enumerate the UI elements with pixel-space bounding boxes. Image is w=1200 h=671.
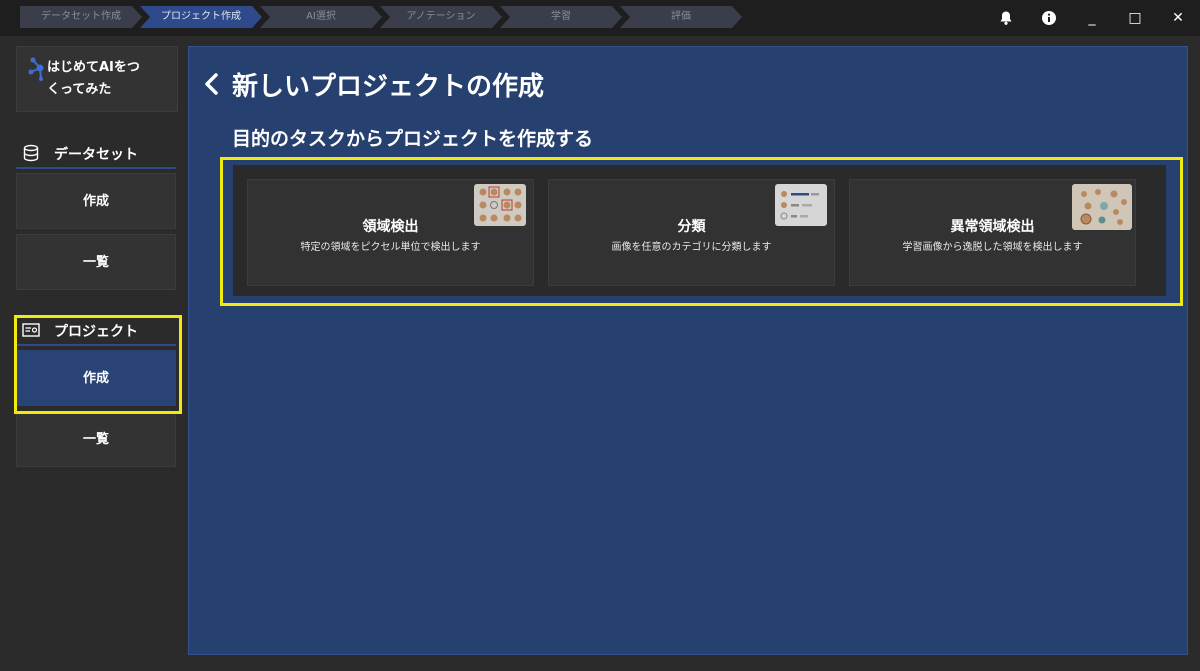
chevron-left-icon[interactable]: [200, 70, 224, 98]
highlight-sidebar-project: [14, 315, 182, 414]
database-icon: [23, 144, 39, 162]
info-icon[interactable]: [1038, 8, 1060, 28]
step-training[interactable]: 学習: [500, 6, 622, 28]
section-dataset: データセット: [16, 141, 176, 169]
project-list-button[interactable]: 一覧: [16, 411, 176, 467]
bell-icon[interactable]: [995, 8, 1017, 28]
step-dataset-create[interactable]: データセット作成: [20, 6, 142, 28]
dataset-list-button[interactable]: 一覧: [16, 234, 176, 290]
maximize-button[interactable]: □: [1124, 8, 1146, 28]
step-annotation[interactable]: アノテーション: [380, 6, 502, 28]
step-ai-select[interactable]: AI選択: [260, 6, 382, 28]
app-logo-box[interactable]: はじめてAIをつ くってみた: [16, 46, 178, 112]
app-name-line1: はじめてAIをつ: [47, 60, 140, 75]
section-dataset-label: データセット: [54, 147, 138, 163]
title-bar: データセット作成 プロジェクト作成 AI選択 アノテーション 学習 評価 _ □…: [0, 0, 1200, 36]
minimize-button[interactable]: _: [1081, 8, 1103, 28]
highlight-task-cards: [220, 157, 1183, 306]
section-subtitle: 目的のタスクからプロジェクトを作成する: [232, 128, 594, 150]
close-button[interactable]: ✕: [1167, 8, 1189, 28]
step-evaluation[interactable]: 評価: [620, 6, 742, 28]
page-title: 新しいプロジェクトの作成: [232, 72, 545, 102]
app-name-line2: くってみた: [47, 82, 112, 97]
step-project-create[interactable]: プロジェクト作成: [140, 6, 262, 28]
app-name: はじめてAIをつ くってみた: [47, 57, 167, 101]
dataset-create-button[interactable]: 作成: [16, 173, 176, 229]
workflow-steps: データセット作成 プロジェクト作成 AI選択 アノテーション 学習 評価: [20, 6, 742, 28]
